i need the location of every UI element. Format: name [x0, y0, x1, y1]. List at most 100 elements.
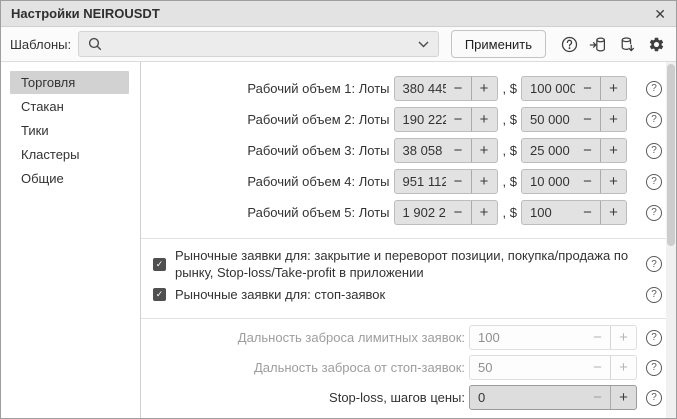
help-icon[interactable]: ?: [646, 330, 662, 346]
lots-stepper[interactable]: 38 058 − +: [394, 138, 498, 163]
stepper-value: 1 902 225: [395, 201, 446, 224]
templates-combobox[interactable]: [78, 31, 439, 57]
decrement-button[interactable]: −: [446, 201, 471, 224]
volume-row-1: Рабочий объем 1: Лоты 380 445 − + , $ 10…: [141, 76, 662, 101]
increment-button[interactable]: +: [600, 170, 626, 193]
import-template-icon[interactable]: [589, 35, 607, 53]
decrement-button[interactable]: −: [575, 170, 600, 193]
help-icon[interactable]: ?: [646, 81, 662, 97]
checkbox-checked[interactable]: ✓: [153, 258, 166, 271]
increment-button[interactable]: +: [471, 139, 497, 162]
apply-button[interactable]: Применить: [451, 30, 546, 58]
decrement-button[interactable]: −: [575, 77, 600, 100]
lots-stepper[interactable]: 380 445 − +: [394, 76, 498, 101]
usd-prefix: , $: [503, 81, 517, 96]
stop-loss-steps-row: Stop-loss, шагов цены: 0 − + ?: [141, 385, 662, 410]
decrement-button[interactable]: −: [446, 170, 471, 193]
lots-stepper[interactable]: 190 222 − +: [394, 107, 498, 132]
section-divider: [141, 238, 676, 239]
vertical-scrollbar[interactable]: [666, 62, 676, 418]
stepper-value: 0: [470, 386, 585, 409]
value-stepper[interactable]: 0 − +: [469, 385, 637, 410]
help-icon[interactable]: ?: [646, 390, 662, 406]
templates-label: Шаблоны:: [10, 37, 71, 52]
help-button[interactable]: [560, 35, 578, 53]
value-stepper: 50 − +: [469, 355, 637, 380]
row-label: Рабочий объем 2: Лоты: [141, 112, 390, 127]
increment-button[interactable]: +: [471, 108, 497, 131]
stepper-value: 100: [522, 201, 575, 224]
checkbox-checked[interactable]: ✓: [153, 288, 166, 301]
titlebar: Настройки NEIROUSDT ✕: [1, 1, 676, 27]
help-icon[interactable]: ?: [646, 287, 662, 303]
stepper-value: 100 000: [522, 77, 575, 100]
toolbar-icons: [560, 35, 665, 53]
stepper-value: 10 000: [522, 170, 575, 193]
usd-stepper[interactable]: 10 000 − +: [521, 169, 627, 194]
usd-stepper[interactable]: 100 − +: [521, 200, 627, 225]
stepper-value: 50: [470, 356, 585, 379]
decrement-button[interactable]: −: [575, 139, 600, 162]
templates-search-input[interactable]: [109, 36, 411, 53]
usd-prefix: , $: [503, 112, 517, 127]
settings-content: Рабочий объем 1: Лоты 380 445 − + , $ 10…: [141, 62, 676, 418]
row-label: Рабочий объем 3: Лоты: [141, 143, 390, 158]
decrement-button[interactable]: −: [575, 201, 600, 224]
close-icon[interactable]: ✕: [654, 7, 666, 21]
stepper-value: 25 000: [522, 139, 575, 162]
dialog-title: Настройки NEIROUSDT: [11, 6, 654, 21]
stepper-value: 38 058: [395, 139, 446, 162]
chevron-down-icon[interactable]: [418, 41, 429, 48]
decrement-button[interactable]: −: [446, 108, 471, 131]
sidebar-item-clusters[interactable]: Кластеры: [10, 143, 129, 166]
row-label: Дальность заброса лимитных заявок:: [141, 330, 465, 345]
decrement-button[interactable]: −: [446, 139, 471, 162]
sidebar-item-trading[interactable]: Торговля: [10, 71, 129, 94]
sidebar-item-ticks[interactable]: Тики: [10, 119, 129, 142]
increment-button[interactable]: +: [600, 77, 626, 100]
export-template-icon[interactable]: [618, 35, 636, 53]
lots-stepper[interactable]: 951 112 − +: [394, 169, 498, 194]
usd-stepper[interactable]: 100 000 − +: [521, 76, 627, 101]
row-label: Дальность заброса от стоп-заявок:: [141, 360, 465, 375]
value-stepper: 100 − +: [469, 325, 637, 350]
gear-icon[interactable]: [647, 35, 665, 53]
increment-button[interactable]: +: [471, 170, 497, 193]
increment-button[interactable]: +: [471, 77, 497, 100]
decrement-button[interactable]: −: [585, 386, 610, 409]
decrement-button[interactable]: −: [446, 77, 471, 100]
increment-button[interactable]: +: [600, 201, 626, 224]
increment-button[interactable]: +: [610, 386, 636, 409]
stepper-value: 951 112: [395, 170, 446, 193]
stepper-value: 190 222: [395, 108, 446, 131]
usd-prefix: , $: [503, 143, 517, 158]
volume-row-5: Рабочий объем 5: Лоты 1 902 225 − + , $ …: [141, 200, 662, 225]
scrollbar-thumb[interactable]: [667, 64, 675, 246]
sidebar-item-general[interactable]: Общие: [10, 167, 129, 190]
decrement-button: −: [585, 356, 610, 379]
stepper-value: 380 445: [395, 77, 446, 100]
checkbox-label: Рыночные заявки для: стоп-заявок: [175, 286, 636, 303]
help-icon[interactable]: ?: [646, 112, 662, 128]
help-icon[interactable]: ?: [646, 256, 662, 272]
increment-button[interactable]: +: [471, 201, 497, 224]
help-icon[interactable]: ?: [646, 174, 662, 190]
search-icon: [88, 37, 102, 51]
sidebar-item-dom[interactable]: Стакан: [10, 95, 129, 118]
help-icon[interactable]: ?: [646, 205, 662, 221]
decrement-button[interactable]: −: [575, 108, 600, 131]
toolbar: Шаблоны: Применить: [1, 27, 676, 62]
lots-stepper[interactable]: 1 902 225 − +: [394, 200, 498, 225]
increment-button[interactable]: +: [600, 108, 626, 131]
volume-row-3: Рабочий объем 3: Лоты 38 058 − + , $ 25 …: [141, 138, 662, 163]
usd-stepper[interactable]: 50 000 − +: [521, 107, 627, 132]
help-icon[interactable]: ?: [646, 143, 662, 159]
row-label: Рабочий объем 4: Лоты: [141, 174, 390, 189]
row-label: Рабочий объем 1: Лоты: [141, 81, 390, 96]
decrement-button: −: [585, 326, 610, 349]
stop-orders-row: ✓ Рыночные заявки для: стоп-заявок ?: [153, 286, 662, 303]
row-label: Stop-loss, шагов цены:: [141, 390, 465, 405]
usd-stepper[interactable]: 25 000 − +: [521, 138, 627, 163]
increment-button[interactable]: +: [600, 139, 626, 162]
help-icon[interactable]: ?: [646, 360, 662, 376]
